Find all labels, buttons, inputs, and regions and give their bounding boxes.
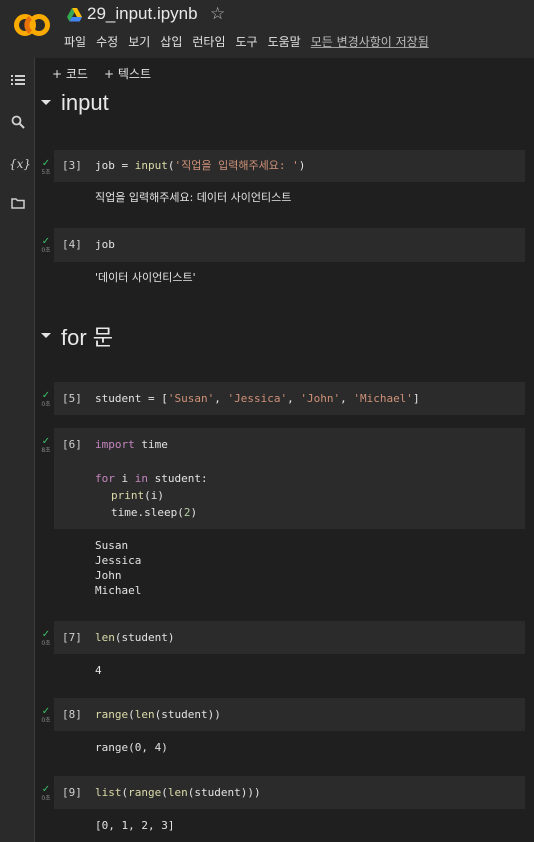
menu-runtime[interactable]: 런타임 — [192, 35, 225, 49]
menu-view[interactable]: 보기 — [128, 35, 150, 49]
menu-insert[interactable]: 삽입 — [160, 35, 182, 49]
cell-output-line: Jessica — [95, 554, 142, 567]
colab-logo[interactable] — [13, 10, 51, 40]
cell-status: ✓ 0초 — [39, 707, 53, 725]
variables-icon[interactable]: {x} — [9, 155, 31, 173]
exec-count: [6] — [62, 438, 82, 451]
code-line: list(range(len(student))) — [95, 786, 261, 799]
cell-exec-time: 5초 — [41, 169, 51, 176]
code-line: len(student) — [95, 631, 175, 644]
cell-exec-time: 0초 — [41, 795, 51, 802]
code-line: import time — [95, 438, 168, 451]
exec-count: [5] — [62, 392, 82, 405]
code-editor[interactable]: [3] job = input('직업을 입력해주세요: ') — [54, 150, 525, 182]
code-cell: ✓ 0초 [4] job '데이터 사이언티스트' — [35, 228, 534, 288]
cell-exec-time: 8초 — [41, 447, 51, 454]
code-editor[interactable]: [5] student = ['Susan', 'Jessica', 'John… — [54, 382, 525, 415]
table-of-contents-icon[interactable] — [9, 74, 27, 92]
code-line: for i in student: — [95, 472, 208, 485]
menu-bar: 파일 수정 보기 삽입 런타임 도구 도움말 모든 변경사항이 저장됨 — [64, 33, 439, 50]
cell-output-line: John — [95, 569, 122, 582]
exec-count: [3] — [62, 159, 82, 172]
collapse-caret-icon[interactable] — [41, 333, 51, 338]
cell-status: ✓ 5초 — [39, 159, 53, 177]
code-line: range(len(student)) — [95, 708, 221, 721]
cell-output: [0, 1, 2, 3] — [95, 819, 175, 832]
collapse-caret-icon[interactable] — [41, 100, 51, 105]
cell-output: 직업을 입력해주세요: 데이터 사이언티스트 — [95, 191, 292, 204]
menu-file[interactable]: 파일 — [64, 35, 86, 49]
section-title: input — [61, 90, 109, 115]
code-cell: ✓ 0초 [9] list(range(len(student))) [0, 1,… — [35, 776, 534, 836]
cell-output: 4 — [95, 664, 102, 677]
cell-exec-time: 0초 — [41, 717, 51, 724]
check-icon: ✓ — [41, 436, 51, 447]
menu-help[interactable]: 도움말 — [268, 35, 301, 49]
check-icon: ✓ — [41, 158, 51, 169]
check-icon: ✓ — [41, 629, 51, 640]
section-heading: input — [35, 90, 534, 120]
drive-icon[interactable] — [67, 8, 82, 22]
exec-count: [8] — [62, 708, 82, 721]
section-title: for 문 — [61, 325, 114, 350]
cell-output-line: Michael — [95, 584, 142, 597]
menu-edit[interactable]: 수정 — [96, 35, 118, 49]
cell-exec-time: 0초 — [41, 247, 51, 254]
code-line: student = ['Susan', 'Jessica', 'John', '… — [95, 392, 420, 405]
add-text-button[interactable]: + 텍스트 — [104, 65, 151, 82]
check-icon: ✓ — [41, 390, 51, 401]
star-icon[interactable]: ☆ — [210, 4, 225, 24]
section-heading: for 문 — [35, 320, 534, 350]
cell-output-line: Susan — [95, 539, 129, 552]
notebook-title[interactable]: 29_input.ipynb — [87, 4, 198, 24]
code-editor[interactable]: [8] range(len(student)) — [54, 698, 525, 731]
cell-status: ✓ 0초 — [39, 391, 53, 409]
cell-output: '데이터 사이언티스트' — [95, 271, 196, 284]
code-cell: ✓ 0초 [7] len(student) 4 — [35, 621, 534, 681]
code-line: job — [95, 238, 115, 251]
search-icon[interactable] — [9, 115, 27, 133]
left-sidebar: {x} — [0, 58, 35, 842]
menu-tools[interactable]: 도구 — [236, 35, 258, 49]
code-editor[interactable]: [9] list(range(len(student))) — [54, 776, 525, 809]
exec-count: [4] — [62, 238, 82, 251]
cell-status: ✓ 0초 — [39, 237, 53, 255]
add-code-button[interactable]: + 코드 — [52, 65, 88, 82]
code-line: print(i) — [111, 489, 164, 502]
cell-status: ✓ 0초 — [39, 630, 53, 648]
app-header: 29_input.ipynb ☆ 파일 수정 보기 삽입 런타임 도구 도움말 모든 변경사항… — [0, 0, 534, 58]
cell-status: ✓ 0초 — [39, 785, 53, 803]
cell-status: ✓ 8초 — [39, 437, 53, 455]
code-cell: ✓ 5초 [3] job = input('직업을 입력해주세요: ') 직업을 … — [35, 150, 534, 210]
cell-exec-time: 0초 — [41, 401, 51, 408]
exec-count: [9] — [62, 786, 82, 799]
folder-icon[interactable] — [9, 197, 27, 215]
code-cell: ✓ 0초 [5] student = ['Susan', 'Jessica', '… — [35, 382, 534, 416]
exec-count: [7] — [62, 631, 82, 644]
code-line: job = input('직업을 입력해주세요: ') — [95, 159, 306, 172]
code-editor[interactable]: [6] import time for i in student: print(… — [54, 428, 525, 529]
check-icon: ✓ — [41, 784, 51, 795]
cell-output: range(0, 4) — [95, 741, 168, 754]
cell-exec-time: 0초 — [41, 640, 51, 647]
code-cell: ✓ 8초 [6] import time for i in student: pr… — [35, 428, 534, 603]
code-editor[interactable]: [4] job — [54, 228, 525, 262]
code-editor[interactable]: [7] len(student) — [54, 621, 525, 654]
save-status[interactable]: 모든 변경사항이 저장됨 — [311, 35, 429, 49]
check-icon: ✓ — [41, 706, 51, 717]
check-icon: ✓ — [41, 236, 51, 247]
code-cell: ✓ 0초 [8] range(len(student)) range(0, 4) — [35, 698, 534, 758]
cell-toolbar: + 코드 + 텍스트 — [35, 58, 534, 86]
code-line: time.sleep(2) — [111, 506, 198, 519]
